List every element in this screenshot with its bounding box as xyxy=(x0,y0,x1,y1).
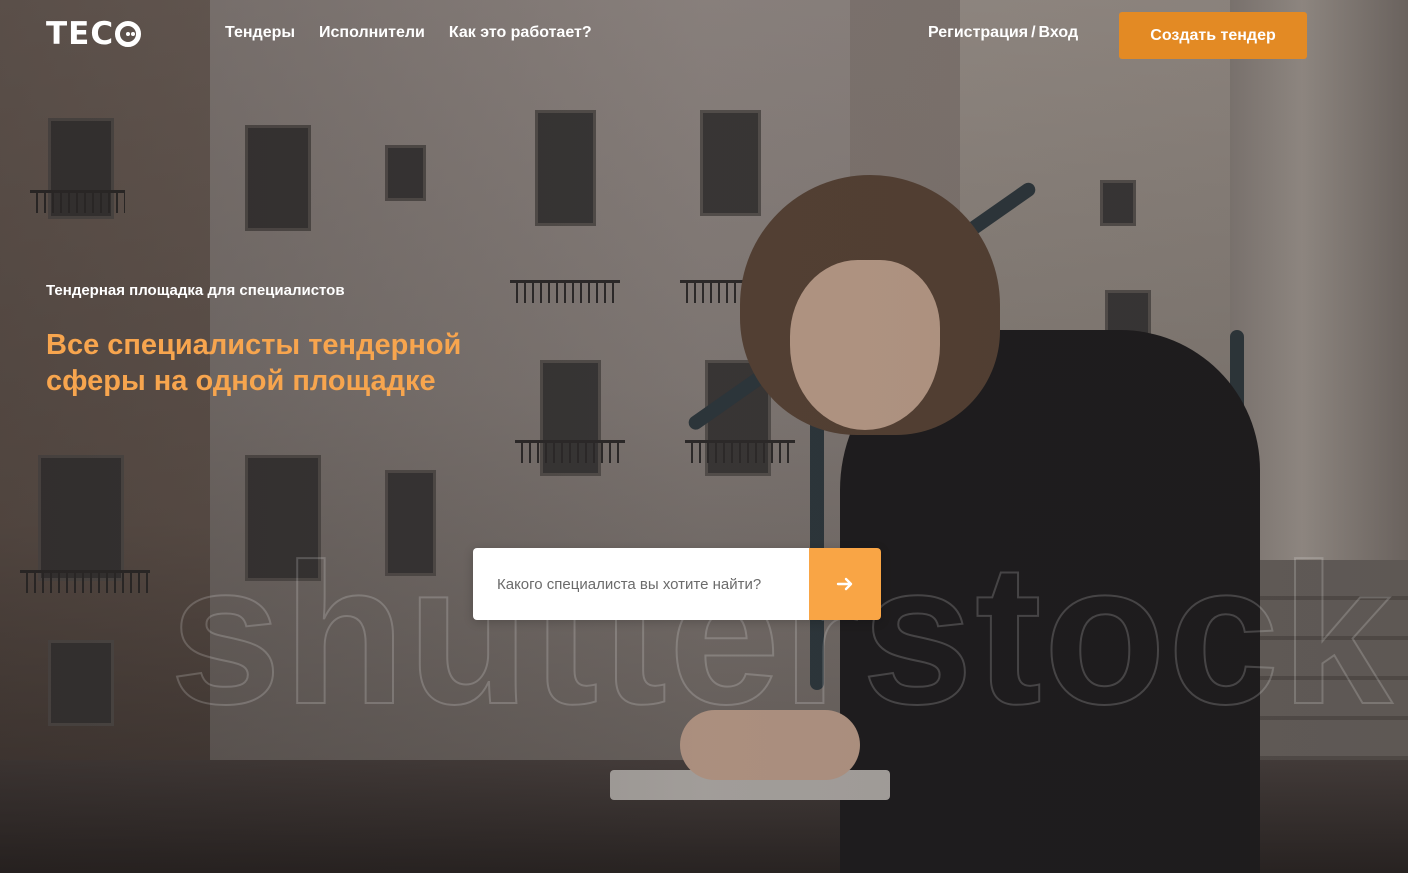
logo-text: TEC xyxy=(46,16,115,52)
site-header: TEC Тендеры Исполнители Как это работает… xyxy=(0,0,1408,70)
auth-separator: / xyxy=(1031,24,1036,41)
hero-headline: Все специалисты тендерной сферы на одной… xyxy=(46,329,462,397)
search-submit-button[interactable] xyxy=(809,548,881,620)
main-nav: Тендеры Исполнители Как это работает? xyxy=(225,24,592,42)
create-tender-button[interactable]: Создать тендер xyxy=(1119,12,1307,59)
nav-link-performers[interactable]: Исполнители xyxy=(319,24,425,42)
register-link[interactable]: Регистрация xyxy=(928,24,1028,42)
hero-subtitle: Тендерная площадка для специалистов xyxy=(46,282,345,299)
nav-link-tenders[interactable]: Тендеры xyxy=(225,24,295,42)
nav-link-how-it-works[interactable]: Как это работает? xyxy=(449,24,592,42)
logo-mark-icon xyxy=(115,21,142,47)
hero-section: shutterstock TEC Тендеры Исполнители Как… xyxy=(0,0,1408,873)
auth-links: Регистрация / Вход xyxy=(928,24,1078,42)
specialist-search-form xyxy=(473,548,881,620)
arrow-right-icon xyxy=(836,577,853,591)
logo[interactable]: TEC xyxy=(46,16,142,52)
specialist-search-input[interactable] xyxy=(473,548,809,620)
login-link[interactable]: Вход xyxy=(1039,24,1079,42)
